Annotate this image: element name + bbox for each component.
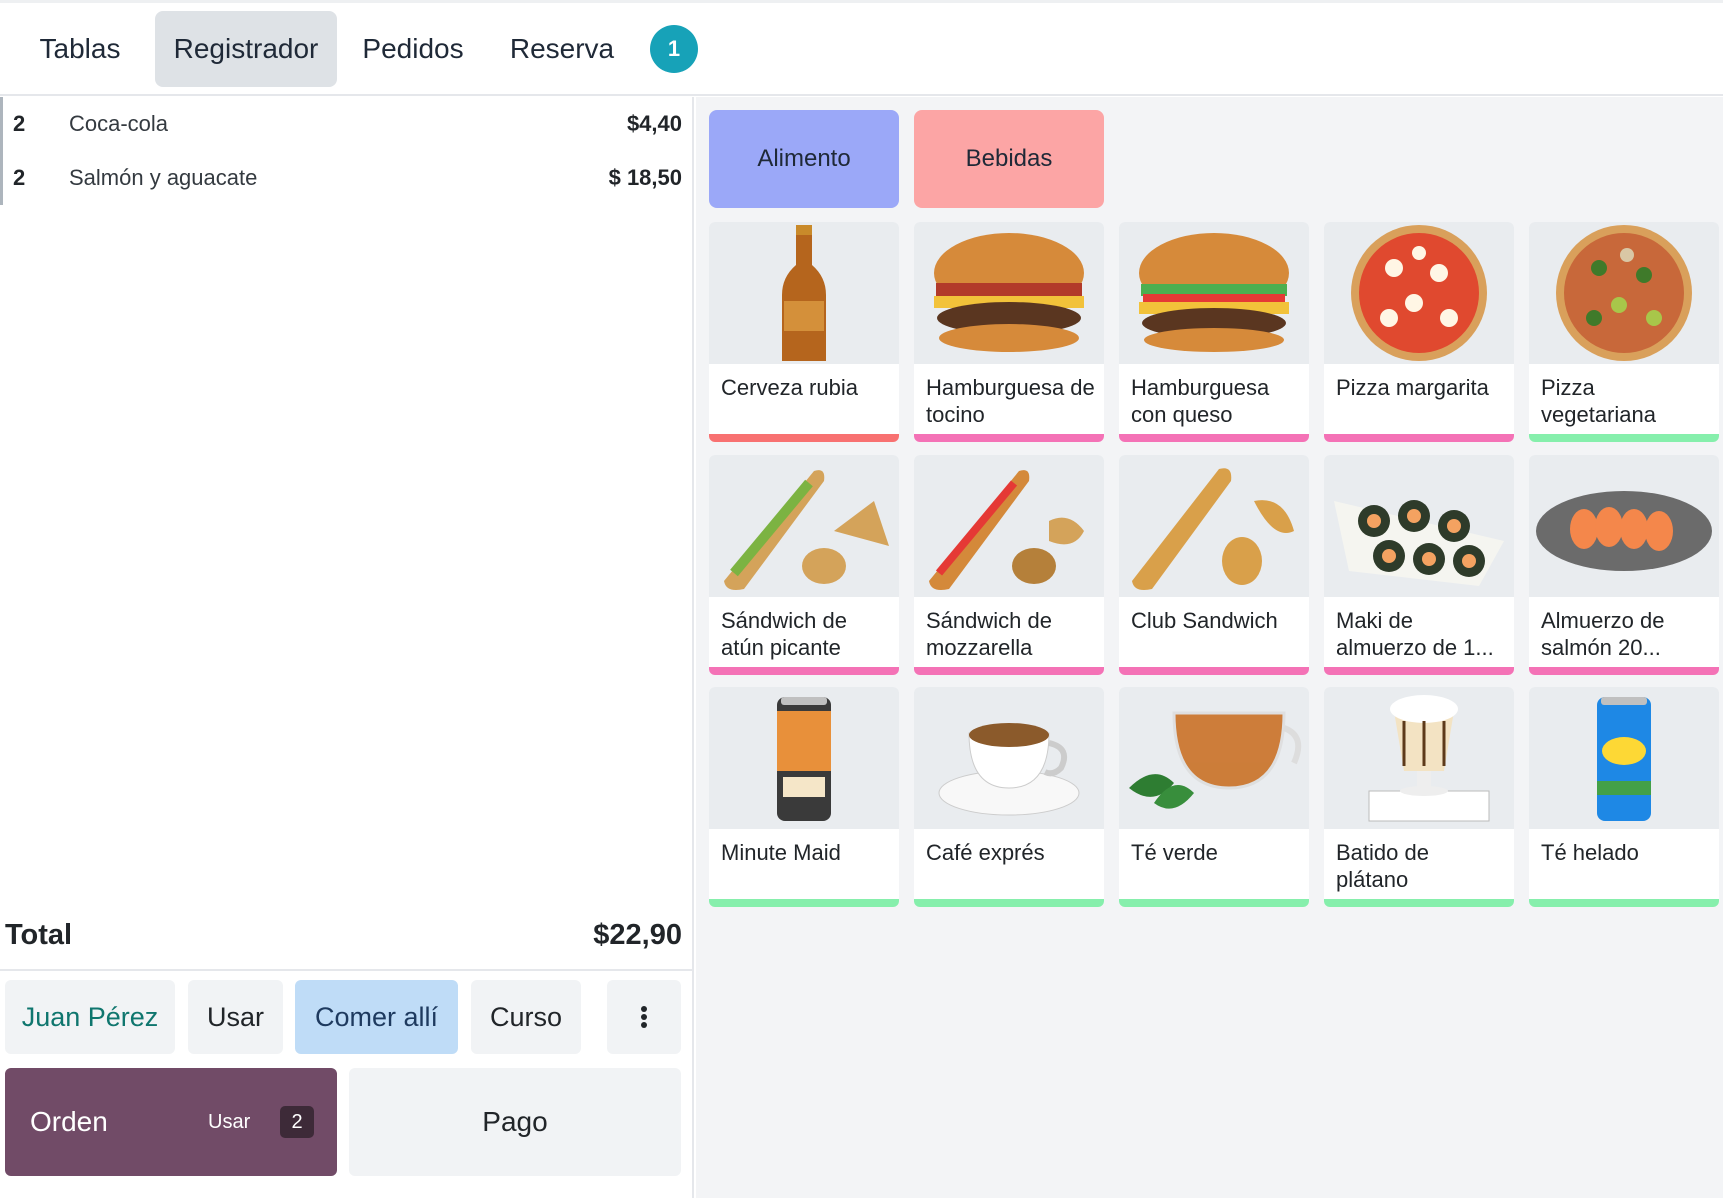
order-line-qty: 2	[13, 111, 26, 136]
order-button-label: Orden	[30, 1106, 108, 1137]
notification-badge[interactable]: 1	[650, 25, 698, 73]
category-bebidas[interactable]: Bebidas	[914, 110, 1104, 208]
product-name: Té helado	[1541, 840, 1639, 865]
order-line[interactable]: 2 Coca-cola $4,40	[0, 97, 694, 151]
tab-tablas[interactable]: Tablas	[12, 11, 148, 87]
can-icon	[1529, 687, 1719, 829]
product-name: Pizza vegetariana	[1541, 375, 1656, 427]
category-color-bar	[1119, 434, 1309, 442]
category-color-bar	[709, 899, 899, 907]
order-line[interactable]: 2 Salmón y aguacate $ 18,50	[0, 151, 694, 205]
product-area: Alimento Bebidas Cerveza rubia Hamburgue…	[696, 97, 1723, 1198]
product-card[interactable]: Minute Maid	[709, 687, 899, 907]
more-vertical-icon	[641, 1006, 647, 1028]
product-name: Sándwich de mozzarella	[926, 608, 1052, 660]
product-name: Sándwich de atún picante	[721, 608, 847, 660]
burger-icon	[914, 222, 1104, 364]
order-total: Total $22,90	[0, 907, 694, 971]
product-card[interactable]: Hamburguesa de tocino	[914, 222, 1104, 442]
product-card[interactable]: Maki de almuerzo de 1...	[1324, 455, 1514, 675]
top-navbar: Tablas Registrador Pedidos Reserva 1	[0, 0, 1723, 96]
product-name: Minute Maid	[721, 840, 841, 865]
customer-button[interactable]: Juan Pérez	[5, 980, 175, 1054]
product-card[interactable]: Cerveza rubia	[709, 222, 899, 442]
usar-button[interactable]: Usar	[188, 980, 283, 1054]
order-line-price: $ 18,50	[608, 165, 682, 190]
burger-icon	[1119, 222, 1309, 364]
product-name: Hamburguesa con queso	[1131, 375, 1270, 427]
category-color-bar	[1529, 434, 1719, 442]
product-card[interactable]: Club Sandwich	[1119, 455, 1309, 675]
category-alimento[interactable]: Alimento	[709, 110, 899, 208]
salmon-icon	[1529, 455, 1719, 597]
product-card[interactable]: Batido de plátano	[1324, 687, 1514, 907]
category-color-bar	[709, 434, 899, 442]
dine-in-button[interactable]: Comer allí	[295, 980, 458, 1054]
order-count-badge: 2	[280, 1106, 314, 1138]
product-card[interactable]: Pizza margarita	[1324, 222, 1514, 442]
order-line-name: Salmón y aguacate	[69, 165, 258, 190]
category-color-bar	[1529, 667, 1719, 675]
product-name: Maki de almuerzo de 1...	[1336, 608, 1494, 660]
sandwich-icon	[914, 455, 1104, 597]
product-name: Pizza margarita	[1336, 375, 1489, 400]
tab-reserva[interactable]: Reserva	[490, 11, 634, 87]
product-card[interactable]: Pizza vegetariana	[1529, 222, 1719, 442]
product-card[interactable]: Sándwich de mozzarella	[914, 455, 1104, 675]
category-color-bar	[1529, 899, 1719, 907]
category-color-bar	[1324, 667, 1514, 675]
order-line-name: Coca-cola	[69, 111, 169, 136]
can-icon	[709, 687, 899, 829]
product-name: Batido de plátano	[1336, 840, 1429, 892]
pizza-icon	[1324, 222, 1514, 364]
payment-button[interactable]: Pago	[349, 1068, 681, 1176]
product-name: Club Sandwich	[1131, 608, 1278, 633]
pizza-icon	[1529, 222, 1719, 364]
tab-pedidos[interactable]: Pedidos	[345, 11, 481, 87]
product-card[interactable]: Té helado	[1529, 687, 1719, 907]
product-name: Café exprés	[926, 840, 1045, 865]
category-color-bar	[1119, 899, 1309, 907]
category-color-bar	[914, 434, 1104, 442]
category-color-bar	[914, 667, 1104, 675]
order-panel: 2 Coca-cola $4,40 2 Salmón y aguacate $ …	[0, 97, 694, 1198]
order-line-price: $4,40	[626, 111, 682, 136]
category-color-bar	[1324, 899, 1514, 907]
beer-bottle-icon	[709, 222, 899, 364]
category-color-bar	[914, 899, 1104, 907]
sandwich-icon	[1119, 455, 1309, 597]
total-value: $22,90	[593, 919, 682, 951]
product-name: Hamburguesa de tocino	[926, 375, 1095, 427]
coffee-cup-icon	[914, 687, 1104, 829]
product-card[interactable]: Hamburguesa con queso	[1119, 222, 1309, 442]
sandwich-icon	[709, 455, 899, 597]
order-line-qty: 2	[13, 165, 26, 190]
more-options-button[interactable]	[607, 980, 681, 1054]
tea-cup-icon	[1119, 687, 1309, 829]
product-card[interactable]: Sándwich de atún picante	[709, 455, 899, 675]
tab-registrador[interactable]: Registrador	[155, 11, 337, 87]
milkshake-icon	[1324, 687, 1514, 829]
sushi-icon	[1324, 455, 1514, 597]
product-name: Cerveza rubia	[721, 375, 858, 400]
total-label: Total	[5, 919, 73, 951]
order-button-usar: Usar	[208, 1111, 251, 1133]
category-color-bar	[1324, 434, 1514, 442]
product-name: Almuerzo de salmón 20...	[1541, 608, 1665, 660]
order-button[interactable]: Orden Usar 2	[5, 1068, 337, 1176]
course-button[interactable]: Curso	[471, 980, 581, 1054]
product-card[interactable]: Almuerzo de salmón 20...	[1529, 455, 1719, 675]
category-color-bar	[709, 667, 899, 675]
product-card[interactable]: Café exprés	[914, 687, 1104, 907]
category-color-bar	[1119, 667, 1309, 675]
product-name: Té verde	[1131, 840, 1218, 865]
product-card[interactable]: Té verde	[1119, 687, 1309, 907]
